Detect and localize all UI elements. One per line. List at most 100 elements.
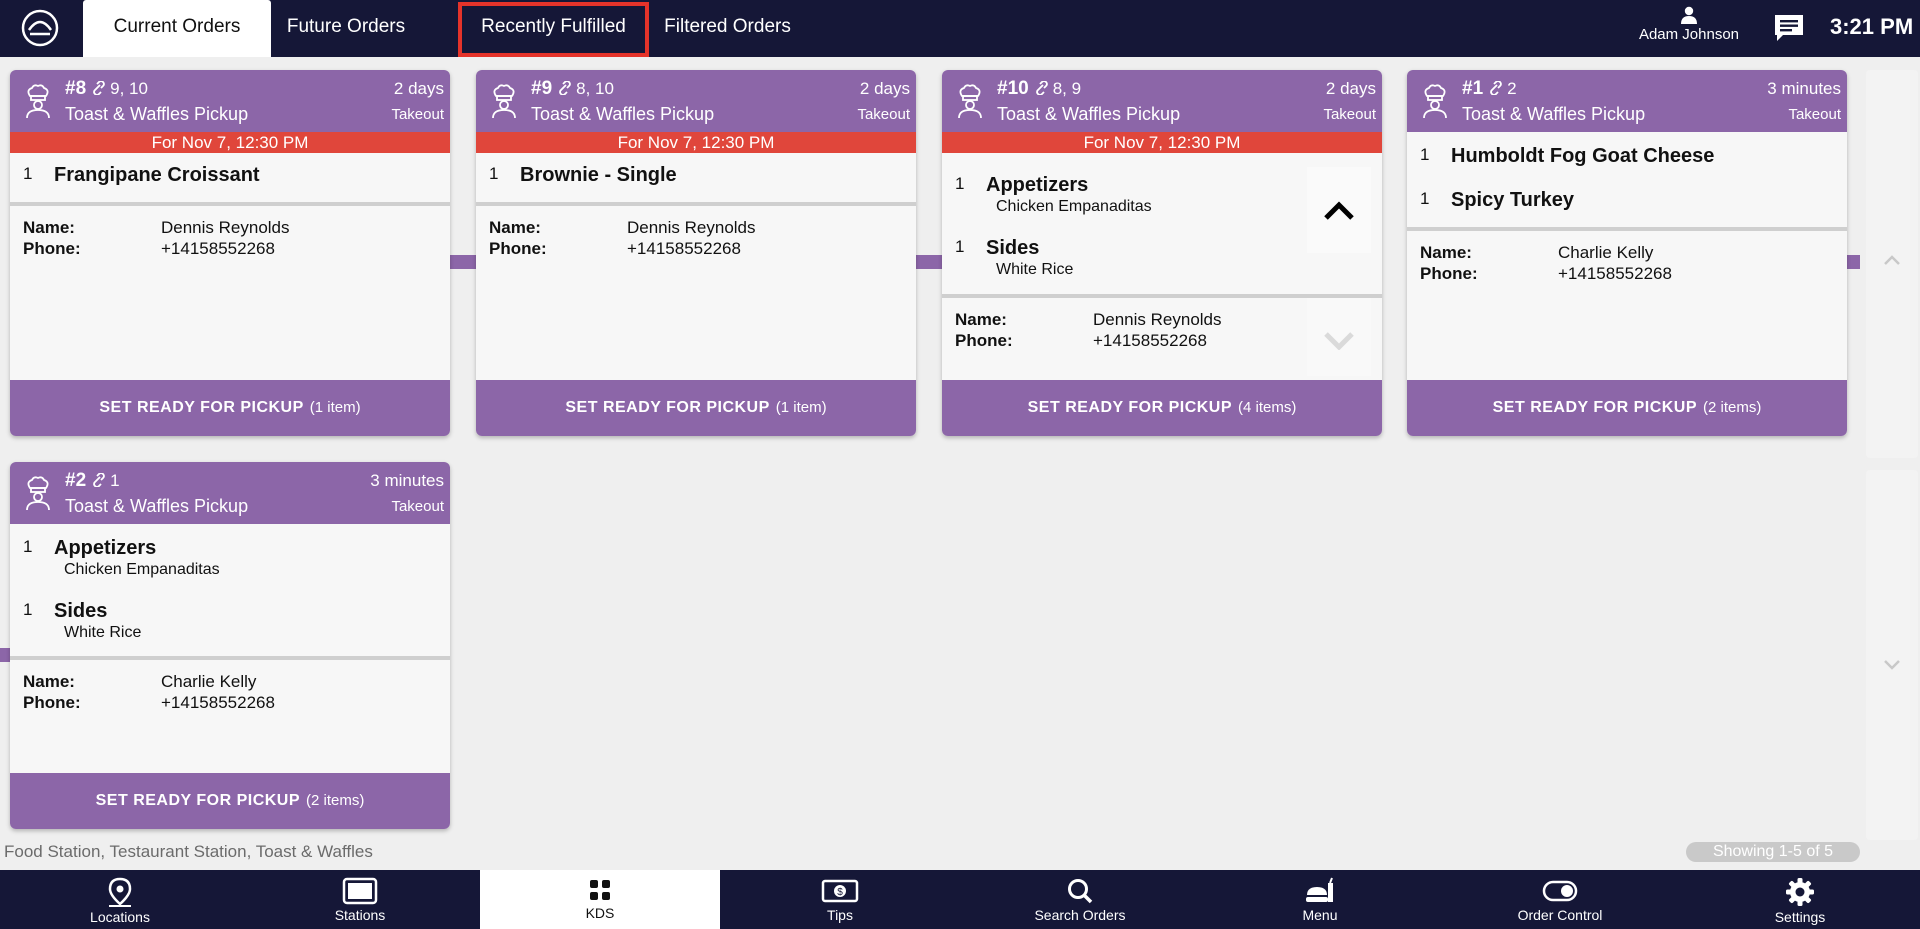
tab-recently-fulfilled[interactable]: Recently Fulfilled bbox=[458, 2, 649, 57]
item-qty: 1 bbox=[23, 600, 33, 619]
item-name: Appetizers bbox=[54, 537, 157, 559]
page-down-button[interactable] bbox=[1866, 470, 1918, 840]
order-card[interactable]: #2 1 Toast & Waffles Pickup 3 minutes Tak… bbox=[10, 462, 450, 829]
linked-orders: 1 bbox=[110, 471, 120, 490]
location-pin-icon bbox=[108, 877, 132, 907]
set-ready-button[interactable]: SET READY FOR PICKUP (2 items) bbox=[1407, 380, 1847, 436]
top-bar: Current Orders Future Orders Recently Fu… bbox=[0, 0, 1920, 57]
order-age: 3 minutes bbox=[1767, 79, 1841, 98]
nav-tips[interactable]: $ Tips bbox=[720, 870, 960, 929]
linked-order-bar bbox=[449, 255, 476, 269]
due-time-bar: For Nov 7, 12:30 PM bbox=[942, 132, 1382, 153]
order-number: #10 bbox=[997, 78, 1029, 99]
order-header: #2 1 Toast & Waffles Pickup 3 minutes Tak… bbox=[10, 462, 450, 524]
user-icon bbox=[1681, 6, 1697, 24]
order-items: 1 Frangipane Croissant bbox=[10, 153, 450, 206]
station-list: Food Station, Testaurant Station, Toast … bbox=[4, 842, 373, 861]
tab-filtered-orders[interactable]: Filtered Orders bbox=[650, 0, 805, 57]
chef-icon bbox=[492, 84, 516, 118]
order-number: #8 bbox=[65, 78, 87, 99]
order-items: 1 Appetizers Chicken Empanaditas 1 Sides Whi… bbox=[942, 153, 1382, 298]
customer-info: Name: Charlie Kelly Phone: +14158552268 bbox=[10, 660, 450, 714]
user-menu[interactable]: Adam Johnson bbox=[1630, 6, 1748, 43]
link-icon bbox=[1035, 81, 1048, 95]
order-card[interactable]: #9 8, 10 Toast & Waffles Pickup 2 days Ta… bbox=[476, 70, 916, 436]
order-card[interactable]: #10 8, 9 Toast & Waffles Pickup 2 days Ta… bbox=[942, 70, 1382, 436]
customer-info: Name: Dennis Reynolds Phone: +14158552268 bbox=[942, 298, 1382, 376]
customer-name: Charlie Kelly bbox=[161, 672, 257, 691]
customer-info: Name: Charlie Kelly Phone: +14158552268 bbox=[1407, 231, 1847, 285]
messages-icon[interactable] bbox=[1773, 13, 1805, 43]
order-header: #10 8, 9 Toast & Waffles Pickup 2 days Ta… bbox=[942, 70, 1382, 132]
order-header: #8 9, 10 Toast & Waffles Pickup 2 days Ta… bbox=[10, 70, 450, 132]
nav-order-control[interactable]: Order Control bbox=[1440, 870, 1680, 929]
customer-name: Dennis Reynolds bbox=[161, 218, 290, 237]
phone-label: Phone: bbox=[955, 331, 1013, 350]
order-header: #1 2 Toast & Waffles Pickup 3 minutes Tak… bbox=[1407, 70, 1847, 132]
nav-locations[interactable]: Locations bbox=[0, 870, 240, 929]
item-modifier: Chicken Empanaditas bbox=[64, 561, 220, 578]
order-items: 1 Brownie - Single bbox=[476, 153, 916, 206]
nav-label: Tips bbox=[827, 907, 853, 923]
order-item: 1 Spicy Turkey bbox=[1407, 189, 1847, 219]
chevron-up-icon bbox=[1884, 255, 1900, 265]
order-items: 1 Appetizers Chicken Empanaditas 1 Sides Whi… bbox=[10, 524, 450, 660]
nav-menu[interactable]: Menu bbox=[1200, 870, 1440, 929]
set-ready-button[interactable]: SET READY FOR PICKUP (1 item) bbox=[476, 380, 916, 436]
nav-label: Locations bbox=[90, 909, 150, 925]
name-label: Name: bbox=[1420, 243, 1472, 262]
svg-text:$: $ bbox=[837, 887, 843, 898]
page-up-button[interactable] bbox=[1866, 70, 1918, 458]
order-age: 2 days bbox=[859, 79, 910, 98]
set-ready-button[interactable]: SET READY FOR PICKUP (1 item) bbox=[10, 380, 450, 436]
order-age: 2 days bbox=[393, 79, 444, 98]
order-type: Takeout bbox=[391, 106, 444, 123]
order-type: Takeout bbox=[1323, 106, 1376, 123]
scroll-up-button[interactable] bbox=[1307, 167, 1371, 253]
nav-label: Menu bbox=[1302, 907, 1338, 923]
toast-logo-icon[interactable] bbox=[20, 8, 60, 48]
name-label: Name: bbox=[955, 310, 1007, 329]
order-item: 1 Sides White Rice bbox=[10, 600, 450, 642]
phone-label: Phone: bbox=[1420, 264, 1478, 283]
service-name: Toast & Waffles Pickup bbox=[1462, 104, 1646, 124]
linked-orders: 8, 9 bbox=[1052, 79, 1082, 98]
order-item: 1 Brownie - Single bbox=[476, 164, 916, 194]
order-type: Takeout bbox=[391, 498, 444, 515]
customer-info: Name: Dennis Reynolds Phone: +14158552268 bbox=[476, 206, 916, 260]
user-name: Adam Johnson bbox=[1638, 26, 1740, 43]
tab-future-orders[interactable]: Future Orders bbox=[271, 0, 421, 57]
due-time-bar: For Nov 7, 12:30 PM bbox=[10, 132, 450, 153]
grid-icon bbox=[590, 880, 610, 900]
item-name: Frangipane Croissant bbox=[54, 164, 260, 186]
chef-icon bbox=[26, 476, 50, 510]
nav-label: Search Orders bbox=[1034, 907, 1126, 923]
item-qty: 1 bbox=[1420, 189, 1430, 208]
set-ready-button[interactable]: SET READY FOR PICKUP (2 items) bbox=[10, 773, 450, 829]
order-card[interactable]: #1 2 Toast & Waffles Pickup 3 minutes Tak… bbox=[1407, 70, 1847, 436]
nav-kds[interactable]: KDS bbox=[480, 870, 720, 929]
linked-order-bar bbox=[0, 648, 10, 662]
order-item: 1 Frangipane Croissant bbox=[10, 164, 450, 194]
tab-current-orders[interactable]: Current Orders bbox=[83, 0, 271, 57]
nav-search-orders[interactable]: Search Orders bbox=[960, 870, 1200, 929]
service-name: Toast & Waffles Pickup bbox=[65, 496, 249, 516]
order-card[interactable]: #8 9, 10 Toast & Waffles Pickup 2 days Ta… bbox=[10, 70, 450, 436]
link-icon bbox=[93, 473, 106, 487]
set-ready-label: SET READY FOR PICKUP bbox=[565, 399, 770, 416]
set-ready-button[interactable]: SET READY FOR PICKUP (4 items) bbox=[942, 380, 1382, 436]
scroll-down-button[interactable] bbox=[1307, 298, 1371, 376]
phone-label: Phone: bbox=[23, 693, 81, 712]
item-count: (2 items) bbox=[306, 792, 365, 809]
item-qty: 1 bbox=[23, 164, 33, 183]
nav-stations[interactable]: Stations bbox=[240, 870, 480, 929]
due-time-bar: For Nov 7, 12:30 PM bbox=[476, 132, 916, 153]
customer-phone: +14158552268 bbox=[1558, 264, 1672, 283]
order-number: #2 bbox=[65, 470, 87, 491]
service-name: Toast & Waffles Pickup bbox=[531, 104, 715, 124]
order-type: Takeout bbox=[1788, 106, 1841, 123]
phone-label: Phone: bbox=[23, 239, 81, 258]
nav-settings[interactable]: Settings bbox=[1680, 870, 1920, 929]
nav-label: Order Control bbox=[1517, 907, 1603, 923]
chef-icon bbox=[1423, 84, 1447, 118]
